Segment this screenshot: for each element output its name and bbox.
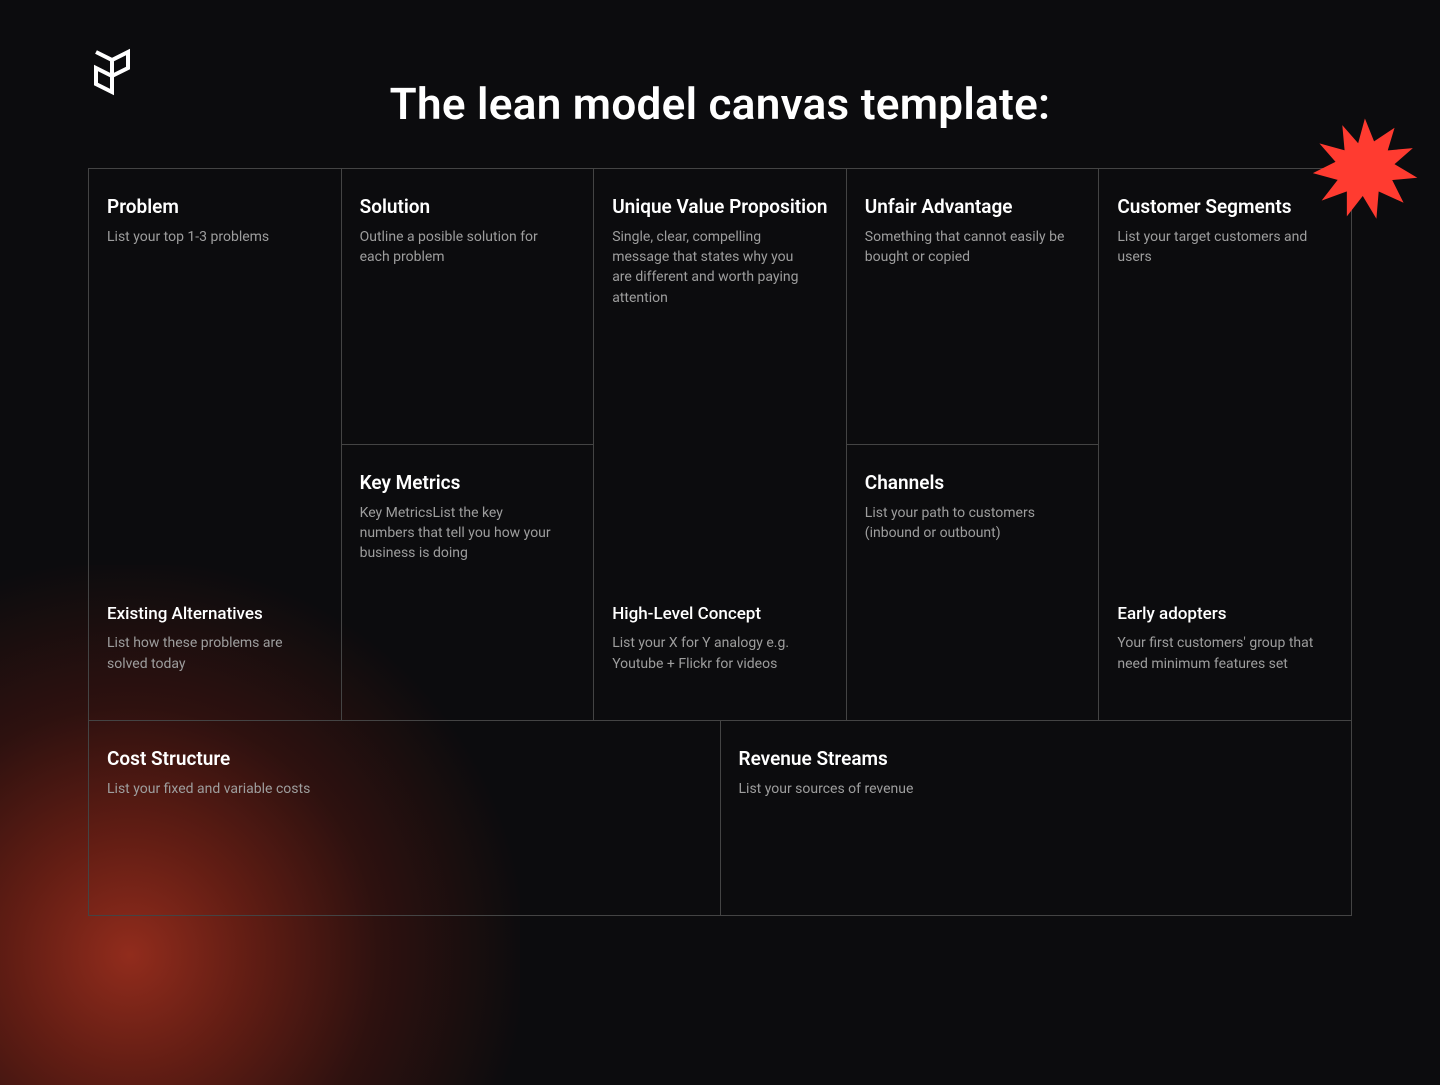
key-metrics-heading: Key Metrics — [360, 471, 576, 495]
key-metrics-desc: Key MetricsList the key numbers that tel… — [360, 503, 560, 564]
problem-heading: Problem — [107, 195, 323, 219]
cell-channels: Channels List your path to customers (in… — [847, 444, 1099, 720]
cost-heading: Cost Structure — [107, 747, 702, 771]
high-level-concept-desc: List your X for Y analogy e.g. Youtube +… — [612, 633, 812, 674]
col-solution-metrics: Solution Outline a posible solution for … — [341, 169, 594, 720]
cell-solution: Solution Outline a posible solution for … — [342, 169, 594, 444]
cost-desc: List your fixed and variable costs — [107, 779, 702, 799]
solution-desc: Outline a posible solution for each prob… — [360, 227, 560, 268]
high-level-concept-heading: High-Level Concept — [612, 604, 828, 625]
unfair-desc: Something that cannot easily be bought o… — [865, 227, 1065, 268]
existing-alternatives-desc: List how these problems are solved today — [107, 633, 307, 674]
col-problem: Problem List your top 1-3 problems Exist… — [89, 169, 341, 720]
solution-heading: Solution — [360, 195, 576, 219]
unfair-heading: Unfair Advantage — [865, 195, 1081, 219]
cell-high-level-concept: High-Level Concept List your X for Y ana… — [612, 604, 828, 674]
cell-uvp: Unique Value Proposition Single, clear, … — [594, 169, 846, 720]
early-adopters-heading: Early adopters — [1117, 604, 1333, 625]
existing-alternatives-heading: Existing Alternatives — [107, 604, 323, 625]
customer-segments-desc: List your target customers and users — [1117, 227, 1317, 268]
page-title: The lean model canvas template: — [0, 78, 1440, 130]
cell-key-metrics: Key Metrics Key MetricsList the key numb… — [342, 444, 594, 720]
canvas-row-bottom: Cost Structure List your fixed and varia… — [89, 720, 1351, 915]
uvp-desc: Single, clear, compelling message that s… — [612, 227, 812, 308]
cell-early-adopters: Early adopters Your first customers' gro… — [1117, 604, 1333, 674]
cell-revenue-streams: Revenue Streams List your sources of rev… — [720, 721, 1352, 915]
channels-desc: List your path to customers (inbound or … — [865, 503, 1065, 544]
early-adopters-desc: Your first customers' group that need mi… — [1117, 633, 1317, 674]
canvas-row-top: Problem List your top 1-3 problems Exist… — [89, 169, 1351, 720]
lean-canvas: Problem List your top 1-3 problems Exist… — [88, 168, 1352, 916]
cell-problem: Problem List your top 1-3 problems Exist… — [89, 169, 341, 720]
revenue-desc: List your sources of revenue — [739, 779, 1334, 799]
cell-existing-alternatives: Existing Alternatives List how these pro… — [107, 604, 323, 674]
col-uvp: Unique Value Proposition Single, clear, … — [593, 169, 846, 720]
cell-unfair-advantage: Unfair Advantage Something that cannot e… — [847, 169, 1099, 444]
revenue-heading: Revenue Streams — [739, 747, 1334, 771]
channels-heading: Channels — [865, 471, 1081, 495]
col-unfair-channels: Unfair Advantage Something that cannot e… — [846, 169, 1099, 720]
customer-segments-heading: Customer Segments — [1117, 195, 1333, 219]
col-customer-segments: Customer Segments List your target custo… — [1098, 169, 1351, 720]
problem-desc: List your top 1-3 problems — [107, 227, 307, 247]
starburst-icon — [1310, 118, 1420, 232]
cell-cost-structure: Cost Structure List your fixed and varia… — [89, 721, 720, 915]
uvp-heading: Unique Value Proposition — [612, 195, 828, 219]
cell-customer-segments: Customer Segments List your target custo… — [1099, 169, 1351, 720]
